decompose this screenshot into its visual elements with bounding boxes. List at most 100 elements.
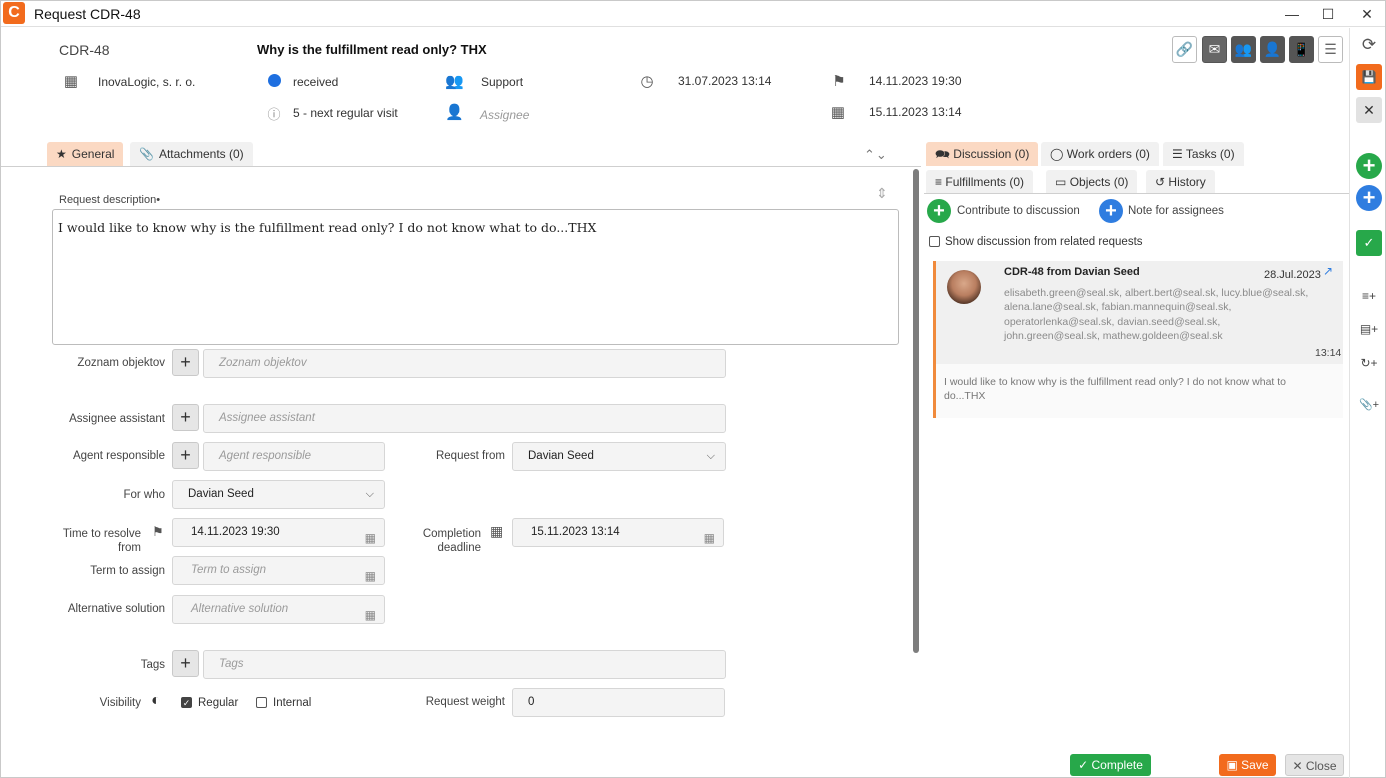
add-blue-button[interactable]: +	[1356, 185, 1382, 211]
chat-icon: 🗪	[935, 147, 950, 161]
message-date: 28.Jul.2023	[1264, 269, 1321, 281]
close-button[interactable]: ✕ Close	[1285, 754, 1344, 776]
maximize-button[interactable]: ☐	[1318, 4, 1338, 24]
message-body-area	[936, 364, 1343, 418]
close-label: Close	[1305, 759, 1337, 773]
cycle-icon: ◯	[1050, 147, 1064, 161]
save-button[interactable]: ▣ Save	[1219, 754, 1276, 776]
tab-tasks[interactable]: ☰ Tasks (0)	[1163, 142, 1244, 166]
resolve-label: Time to resolve from	[62, 528, 141, 554]
for-who-select[interactable]: Davian Seed ⌵	[172, 480, 385, 509]
regular-checkbox[interactable]: ✓	[181, 697, 192, 708]
tab-objects[interactable]: ▭ Objects (0)	[1046, 170, 1138, 194]
alt-placeholder: Alternative solution	[191, 603, 289, 615]
complete-button[interactable]: ✓ Complete	[1070, 754, 1151, 776]
tab-attachments[interactable]: 📎 Attachments (0)	[130, 142, 253, 166]
for-who-value: Davian Seed	[188, 488, 254, 500]
add-table-button[interactable]: ▤+	[1356, 316, 1382, 342]
calendar-icon[interactable]: ▦	[704, 525, 715, 552]
note-plus-icon[interactable]: +	[1099, 199, 1123, 223]
status-text: received	[293, 75, 339, 89]
tab-general[interactable]: ★ General	[47, 142, 124, 166]
note-link[interactable]: Note for assignees	[1128, 205, 1224, 217]
request-id: CDR-48	[59, 42, 110, 58]
team-button[interactable]: 👥	[1231, 36, 1256, 63]
group-name[interactable]: Support	[481, 75, 523, 89]
calendar-icon[interactable]: ▦	[365, 525, 376, 552]
completion-label: Completion deadline	[422, 528, 481, 554]
calendar-icon[interactable]: ▦	[365, 602, 376, 629]
tab-history[interactable]: ↺ History	[1146, 170, 1215, 194]
tab-general-label: General	[71, 147, 115, 161]
agent-field[interactable]: Agent responsible	[203, 442, 385, 471]
regular-label: Regular	[198, 697, 239, 709]
assistant-placeholder: Assignee assistant	[219, 412, 315, 424]
tab-history-label: History	[1168, 175, 1206, 189]
tags-field[interactable]: Tags	[203, 650, 726, 679]
form-scrollbar[interactable]	[913, 169, 919, 653]
request-from-select[interactable]: Davian Seed ⌵	[512, 442, 726, 471]
open-external-icon[interactable]: ↗	[1323, 264, 1333, 278]
flag-icon: ⚑	[832, 73, 846, 90]
completion-date-field[interactable]: 15.11.2023 13:14 ▦	[512, 518, 724, 547]
assignee-value[interactable]: Assignee	[480, 108, 529, 122]
clock-icon: ◷	[640, 73, 654, 90]
description-textarea[interactable]: I would like to know why is the fulfillm…	[52, 209, 899, 345]
alt-label: Alternative solution	[67, 603, 165, 615]
alt-date-field[interactable]: Alternative solution ▦	[172, 595, 385, 624]
side-divider	[1349, 28, 1350, 778]
side-close-button[interactable]: ✕	[1356, 97, 1382, 123]
list-icon: ≡	[935, 175, 943, 189]
check-circle-icon: ✓	[1078, 758, 1092, 772]
priority-icon: ⓘ	[267, 107, 281, 122]
request-subject: Why is the fulfillment read only? THX	[257, 42, 487, 57]
weight-field[interactable]: 0	[512, 688, 725, 717]
internal-label: Internal	[273, 697, 312, 709]
add-zoznam-button[interactable]: +	[172, 349, 199, 376]
tags-placeholder: Tags	[219, 658, 244, 670]
side-save-button[interactable]: 💾	[1356, 64, 1382, 90]
minimize-button[interactable]: —	[1282, 4, 1302, 24]
done-button[interactable]: ✓	[1356, 230, 1382, 256]
resolve-date-field[interactable]: 14.11.2023 19:30 ▦	[172, 518, 385, 547]
close-window-button[interactable]: ✕	[1357, 4, 1377, 24]
refresh-button[interactable]: ⟳	[1356, 32, 1382, 58]
priority-text: 5 - next regular visit	[293, 106, 398, 120]
add-list-button[interactable]: ≡+	[1356, 283, 1382, 309]
tab-discussion[interactable]: 🗪 Discussion (0)	[926, 142, 1039, 166]
tab-fulfillments[interactable]: ≡ Fulfillments (0)	[926, 170, 1034, 194]
message-body-line-2: do...THX	[944, 390, 986, 402]
menu-button[interactable]: ☰	[1318, 36, 1343, 63]
recipients-line-1: elisabeth.green@seal.sk, albert.bert@sea…	[1004, 287, 1309, 299]
save-icon: ▣	[1226, 758, 1242, 772]
term-date-field[interactable]: Term to assign ▦	[172, 556, 385, 585]
add-attachment-button[interactable]: 📎+	[1356, 392, 1382, 418]
collapse-expand-icon[interactable]: ⌃⌄	[864, 147, 888, 163]
contribute-link[interactable]: Contribute to discussion	[957, 205, 1080, 217]
tab-work-orders[interactable]: ◯ Work orders (0)	[1041, 142, 1159, 166]
add-tag-button[interactable]: +	[172, 650, 199, 677]
resolve-from-date: 14.11.2023 19:30	[869, 74, 962, 88]
calendar-icon[interactable]: ▦	[365, 563, 376, 590]
line-spacing-icon[interactable]: ⇕	[876, 185, 888, 202]
assignee-icon: 👤	[445, 104, 464, 121]
add-green-button[interactable]: +	[1356, 153, 1382, 179]
history-icon: ↺	[1155, 175, 1166, 189]
mobile-button[interactable]: 📱	[1289, 36, 1314, 63]
chevron-down-icon: ⌵	[365, 488, 374, 500]
add-assistant-button[interactable]: +	[172, 404, 199, 431]
calendar-icon: ▦	[490, 523, 504, 539]
recipients-line-2: alena.lane@seal.sk, fabian.mannequin@sea…	[1004, 301, 1232, 313]
add-cycle-button[interactable]: ↻+	[1356, 350, 1382, 376]
add-agent-button[interactable]: +	[172, 442, 199, 469]
person-button[interactable]: 👤	[1260, 36, 1285, 63]
calendar-icon: ▦	[830, 104, 846, 121]
related-checkbox[interactable]	[929, 236, 940, 247]
contribute-plus-icon[interactable]: +	[927, 199, 951, 223]
mail-button[interactable]: ✉	[1202, 36, 1227, 63]
zoznam-field[interactable]: Zoznam objektov	[203, 349, 726, 378]
link-button[interactable]: 🔗	[1172, 36, 1197, 63]
internal-checkbox[interactable]	[256, 697, 267, 708]
status-dot-icon	[268, 74, 281, 87]
assistant-field[interactable]: Assignee assistant	[203, 404, 726, 433]
